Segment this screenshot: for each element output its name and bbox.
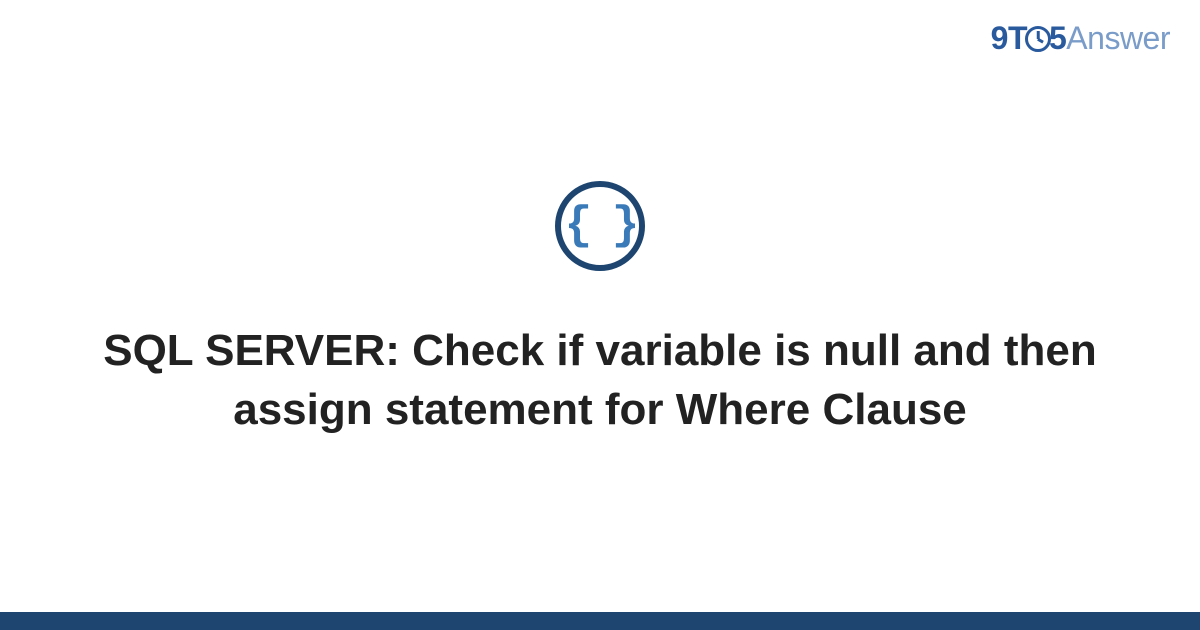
category-icon-container: { } [555,181,645,271]
logo-text-answer: Answer [1066,20,1170,56]
footer-bar [0,612,1200,630]
logo-text-5: 5 [1049,20,1066,56]
code-braces-icon: { } [565,203,636,249]
logo-text-9t: 9T [991,20,1027,56]
clock-icon [1025,26,1051,52]
page-title: SQL SERVER: Check if variable is null an… [75,321,1125,440]
site-logo[interactable]: 9T 5Answer [991,20,1170,57]
main-content: { } SQL SERVER: Check if variable is nul… [0,0,1200,630]
